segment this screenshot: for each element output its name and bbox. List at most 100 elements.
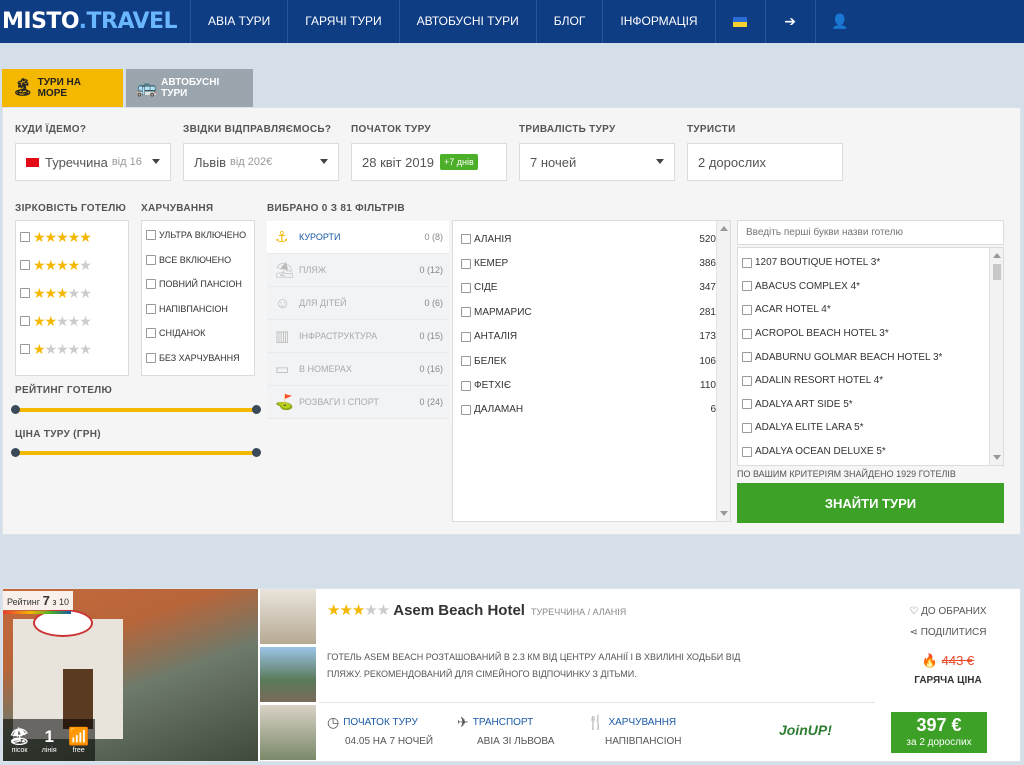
start-date-field[interactable]: 28 квіт 2019 +7 днів <box>351 143 507 181</box>
checkbox[interactable] <box>146 230 156 241</box>
checkbox[interactable] <box>20 288 30 298</box>
star-option-5[interactable]: ★★★★★ <box>16 223 128 251</box>
tab-sea-tours[interactable]: 🏝 ТУРИ НА МОРЕ <box>2 69 123 107</box>
hotel-option[interactable]: ABACUS COMPLEX 4* <box>738 275 1003 299</box>
nav-item-avia-tours[interactable]: АВІА ТУРИ <box>190 0 287 43</box>
hotel-search-input[interactable] <box>737 220 1004 245</box>
hotel-option[interactable]: ADALYA ART SIDE 5* <box>738 393 1003 417</box>
tourists-field[interactable]: 2 дорослих <box>687 143 843 181</box>
rating-slider[interactable] <box>11 405 261 414</box>
slider-handle-max[interactable] <box>252 448 261 457</box>
checkbox[interactable] <box>146 254 156 265</box>
hotel-option[interactable]: ADALIN RESORT HOTEL 4* <box>738 369 1003 393</box>
slider-handle-min[interactable] <box>11 405 20 414</box>
nav-item-information[interactable]: ІНФОРМАЦІЯ <box>602 0 714 43</box>
duration-select[interactable]: 7 ночей <box>519 143 675 181</box>
add-to-favorites-link[interactable]: ♡ ДО ОБРАНИХ <box>875 606 1021 617</box>
hotel-thumbnail[interactable] <box>260 589 316 644</box>
hotel-main-photo[interactable]: Рейтинг 7 з 10 🏖 пісок 1 лінія 📶 free <box>3 589 258 761</box>
category-beach[interactable]: ⛱ ПЛЯЖ 0 (12) <box>267 254 449 287</box>
checkbox[interactable] <box>20 344 30 354</box>
login-button[interactable]: ➔ <box>764 0 815 43</box>
checkbox[interactable] <box>461 404 471 415</box>
star-option-3[interactable]: ★★★★★ <box>16 279 128 307</box>
checkbox[interactable] <box>146 328 156 339</box>
find-tours-button[interactable]: ЗНАЙТИ ТУРИ <box>737 483 1004 523</box>
resort-option[interactable]: АЛАНІЯ 520 <box>453 227 730 251</box>
checkbox[interactable] <box>461 282 471 293</box>
scroll-down-icon[interactable] <box>720 511 728 516</box>
food-option[interactable]: ВСЕ ВКЛЮЧЕНО <box>142 248 254 273</box>
food-option[interactable]: УЛЬТРА ВКЛЮЧЕНО <box>142 223 254 248</box>
checkbox[interactable] <box>146 352 156 363</box>
checkbox[interactable] <box>461 258 471 269</box>
star-option-2[interactable]: ★★★★★ <box>16 307 128 335</box>
hotels-scrollbar[interactable] <box>989 248 1003 465</box>
nav-item-blog[interactable]: БЛОГ <box>535 0 603 43</box>
tab-bus-tours[interactable]: 🚌 АВТОБУСНІ ТУРИ <box>126 69 253 107</box>
star-option-1[interactable]: ★★★★★ <box>16 335 128 363</box>
star-option-4[interactable]: ★★★★★ <box>16 251 128 279</box>
checkbox[interactable] <box>742 446 752 457</box>
category-entertainment[interactable]: ⛳ РОЗВАГИ І СПОРТ 0 (24) <box>267 386 449 419</box>
checkbox[interactable] <box>742 257 752 268</box>
hotel-option[interactable]: 1207 BOUTIQUE HOTEL 3* <box>738 251 1003 275</box>
slider-handle-min[interactable] <box>11 448 20 457</box>
language-button[interactable] <box>714 0 765 43</box>
resort-option[interactable]: СІДЕ 347 <box>453 276 730 300</box>
site-logo[interactable]: MISTO.TRAVEL <box>2 9 178 34</box>
checkbox[interactable] <box>742 304 752 315</box>
checkbox[interactable] <box>461 307 471 318</box>
price-button[interactable]: 397 € за 2 дорослих <box>891 712 987 753</box>
checkbox[interactable] <box>461 356 471 367</box>
resort-option[interactable]: КЕМЕР 386 <box>453 251 730 275</box>
category-infrastructure[interactable]: ▥ ІНФРАСТРУКТУРА 0 (15) <box>267 320 449 353</box>
scroll-down-icon[interactable] <box>993 455 1001 460</box>
register-button[interactable]: 👤 <box>814 0 865 43</box>
category-resorts[interactable]: ⚓ КУРОРТИ 0 (8) <box>267 221 449 254</box>
checkbox[interactable] <box>742 399 752 410</box>
category-rooms[interactable]: ▭ В НОМЕРАХ 0 (16) <box>267 353 449 386</box>
hotel-name-link[interactable]: Asem Beach Hotel <box>393 602 525 619</box>
checkbox[interactable] <box>742 281 752 292</box>
resort-option[interactable]: АНТАЛІЯ 173 <box>453 325 730 349</box>
destination-select[interactable]: Туреччина від 16 <box>15 143 171 181</box>
hotel-option[interactable]: ADALYA OCEAN DELUXE 5* <box>738 440 1003 464</box>
checkbox[interactable] <box>146 303 156 314</box>
food-option[interactable]: БЕЗ ХАРЧУВАННЯ <box>142 346 254 371</box>
slider-handle-max[interactable] <box>252 405 261 414</box>
food-option[interactable]: СНІДАНОК <box>142 321 254 346</box>
nav-item-hot-tours[interactable]: ГАРЯЧІ ТУРИ <box>287 0 398 43</box>
hotel-option[interactable]: ADALYA ELITE LARA 5* <box>738 416 1003 440</box>
resort-option[interactable]: ФЕТХІЄ 110 <box>453 373 730 397</box>
hotel-thumbnail[interactable] <box>260 647 316 702</box>
nav-item-bus-tours[interactable]: АВТОБУСНІ ТУРИ <box>398 0 536 43</box>
checkbox[interactable] <box>20 316 30 326</box>
hotel-thumbnail[interactable] <box>260 705 316 760</box>
price-slider[interactable] <box>11 448 261 457</box>
departure-select[interactable]: Львів від 202€ <box>183 143 339 181</box>
checkbox[interactable] <box>461 331 471 342</box>
checkbox[interactable] <box>20 260 30 270</box>
checkbox[interactable] <box>742 328 752 339</box>
share-link[interactable]: ⋖ ПОДІЛИТИСЯ <box>875 627 1021 638</box>
scroll-up-icon[interactable] <box>720 226 728 231</box>
resorts-scrollbar[interactable] <box>716 221 730 521</box>
checkbox[interactable] <box>461 380 471 391</box>
checkbox[interactable] <box>146 279 156 290</box>
checkbox[interactable] <box>742 422 752 433</box>
hotel-option[interactable]: ACROPOL BEACH HOTEL 3* <box>738 322 1003 346</box>
food-option[interactable]: ПОВНИЙ ПАНСІОН <box>142 272 254 297</box>
checkbox[interactable] <box>20 232 30 242</box>
food-option[interactable]: НАПІВПАНСІОН <box>142 297 254 322</box>
resort-option[interactable]: БЕЛЕК 106 <box>453 349 730 373</box>
category-kids[interactable]: ☺ ДЛЯ ДІТЕЙ 0 (6) <box>267 287 449 320</box>
scroll-thumb[interactable] <box>993 264 1001 280</box>
checkbox[interactable] <box>742 375 752 386</box>
scroll-up-icon[interactable] <box>993 253 1001 258</box>
hotel-option[interactable]: ADABURNU GOLMAR BEACH HOTEL 3* <box>738 345 1003 369</box>
checkbox[interactable] <box>461 234 471 245</box>
checkbox[interactable] <box>742 352 752 363</box>
resort-option[interactable]: ДАЛАМАН 6 <box>453 398 730 422</box>
resort-option[interactable]: МАРМАРИС 281 <box>453 300 730 324</box>
